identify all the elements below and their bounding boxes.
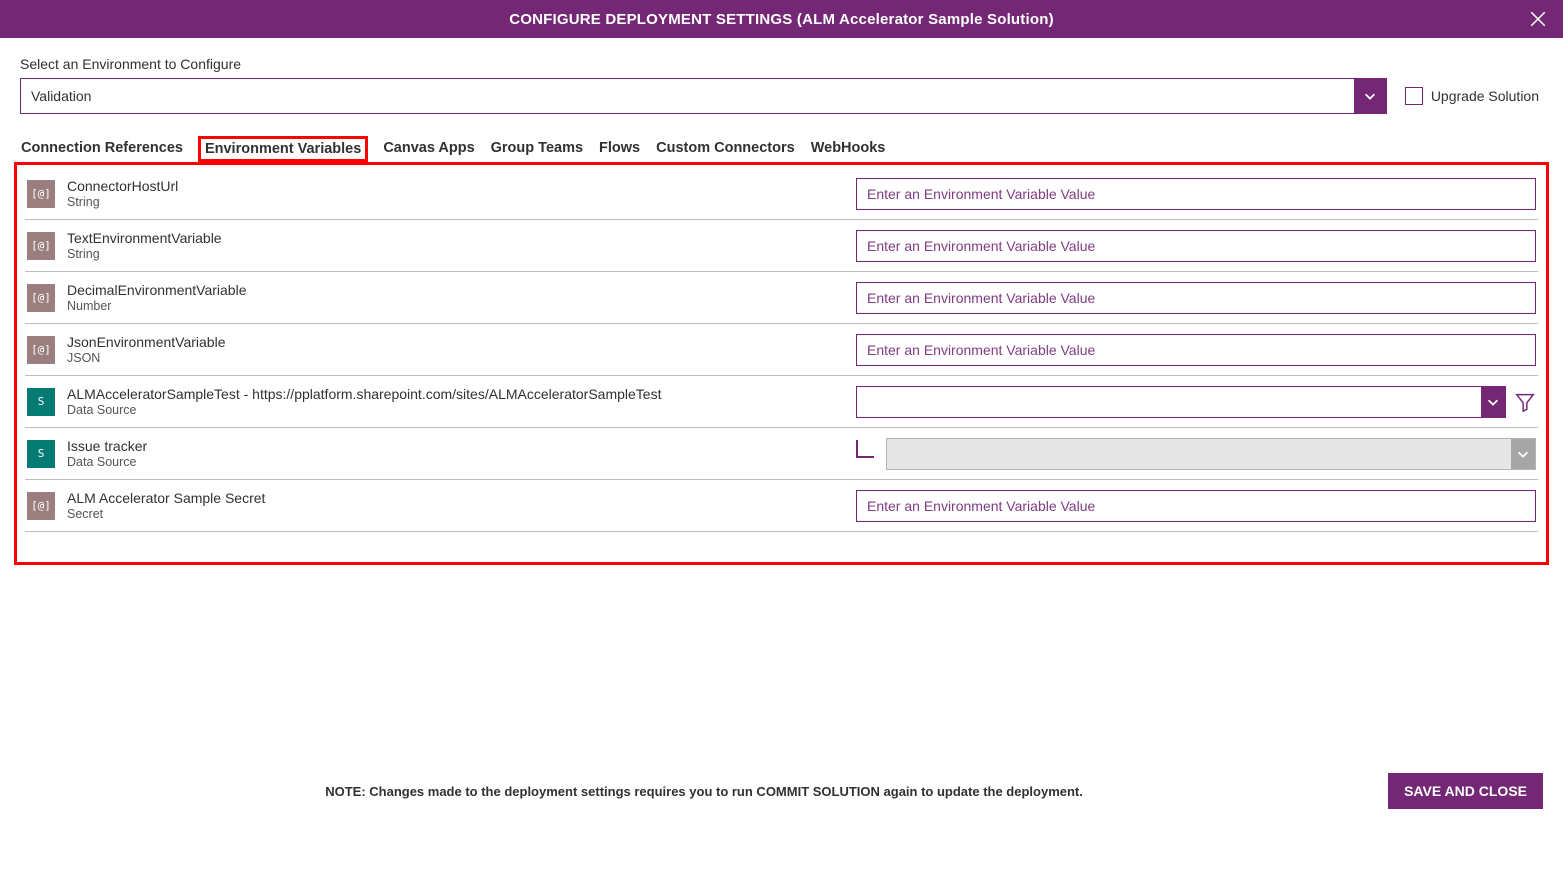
- datasource-child-select[interactable]: [886, 438, 1536, 470]
- tab-group-teams[interactable]: Group Teams: [490, 136, 584, 162]
- variable-value-input[interactable]: [856, 334, 1536, 366]
- tab-environment-variables[interactable]: Environment Variables: [198, 136, 368, 162]
- variable-value-input[interactable]: [856, 282, 1536, 314]
- variable-type: String: [67, 195, 834, 209]
- environment-label: Select an Environment to Configure: [20, 56, 1543, 72]
- upgrade-solution-checkbox[interactable]: [1405, 87, 1423, 105]
- variable-name: ALM Accelerator Sample Secret: [67, 490, 834, 506]
- variable-input-area: [856, 334, 1536, 366]
- chevron-down-icon[interactable]: [1481, 387, 1505, 417]
- dialog-footer: NOTE: Changes made to the deployment set…: [0, 759, 1563, 869]
- variable-value-input[interactable]: [856, 178, 1536, 210]
- datasource-select[interactable]: [856, 386, 1506, 418]
- tab-custom-connectors[interactable]: Custom Connectors: [655, 136, 796, 162]
- environment-select-value[interactable]: [21, 79, 1354, 113]
- variable-input-area: [856, 230, 1536, 262]
- environment-section: Select an Environment to Configure Upgra…: [0, 38, 1563, 114]
- variable-row: [@] ConnectorHostUrlString: [25, 168, 1538, 220]
- variable-type: String: [67, 247, 834, 261]
- variable-input-area: [856, 178, 1536, 210]
- variable-meta: DecimalEnvironmentVariableNumber: [67, 282, 844, 313]
- variable-name: Issue tracker: [67, 438, 834, 454]
- variable-icon: [@]: [27, 180, 55, 208]
- tab-connection-references[interactable]: Connection References: [20, 136, 184, 162]
- close-icon[interactable]: [1529, 10, 1547, 28]
- variable-input-area: [856, 282, 1536, 314]
- variable-type: Data Source: [67, 403, 834, 417]
- footer-note: NOTE: Changes made to the deployment set…: [20, 784, 1388, 799]
- variable-name: DecimalEnvironmentVariable: [67, 282, 834, 298]
- variable-row: [@] DecimalEnvironmentVariableNumber: [25, 272, 1538, 324]
- variable-row: S Issue trackerData Source: [25, 428, 1538, 480]
- variable-meta: ALMAcceleratorSampleTest - https://pplat…: [67, 386, 844, 417]
- dialog-title: CONFIGURE DEPLOYMENT SETTINGS (ALM Accel…: [509, 11, 1054, 28]
- dialog-header: CONFIGURE DEPLOYMENT SETTINGS (ALM Accel…: [0, 0, 1563, 38]
- variable-input-area: [856, 438, 1536, 470]
- variable-value-input[interactable]: [856, 230, 1536, 262]
- variable-row: S ALMAcceleratorSampleTest - https://ppla…: [25, 376, 1538, 428]
- tab-canvas-apps[interactable]: Canvas Apps: [382, 136, 475, 162]
- variable-type: Data Source: [67, 455, 834, 469]
- variable-row: [@] JsonEnvironmentVariableJSON: [25, 324, 1538, 376]
- variable-meta: TextEnvironmentVariableString: [67, 230, 844, 261]
- save-and-close-button[interactable]: SAVE AND CLOSE: [1388, 773, 1543, 809]
- variable-name: ALMAcceleratorSampleTest - https://pplat…: [67, 386, 834, 402]
- sharepoint-icon: S: [27, 440, 55, 468]
- upgrade-solution-control: Upgrade Solution: [1405, 87, 1543, 105]
- tab-bar: Connection References Environment Variabl…: [0, 136, 1563, 162]
- variable-icon: [@]: [27, 336, 55, 364]
- sharepoint-icon: S: [27, 388, 55, 416]
- variable-icon: [@]: [27, 284, 55, 312]
- chevron-down-icon: [1363, 89, 1377, 103]
- variable-type: Number: [67, 299, 834, 313]
- tab-flows[interactable]: Flows: [598, 136, 641, 162]
- variable-name: JsonEnvironmentVariable: [67, 334, 834, 350]
- variable-type: Secret: [67, 507, 834, 521]
- variable-icon: [@]: [27, 232, 55, 260]
- variable-row: [@] ALM Accelerator Sample SecretSecret: [25, 480, 1538, 532]
- variable-meta: ConnectorHostUrlString: [67, 178, 844, 209]
- chevron-down-icon[interactable]: [1511, 439, 1535, 469]
- filter-icon[interactable]: [1514, 391, 1536, 413]
- environment-select[interactable]: [20, 78, 1387, 114]
- variable-meta: Issue trackerData Source: [67, 438, 844, 469]
- variable-input-area: [856, 490, 1536, 522]
- variable-icon: [@]: [27, 492, 55, 520]
- variable-type: JSON: [67, 351, 834, 365]
- variable-value-input[interactable]: [856, 490, 1536, 522]
- environment-variables-panel: [@]ConnectorHostUrlString[@]TextEnvironm…: [14, 162, 1549, 565]
- variable-meta: ALM Accelerator Sample SecretSecret: [67, 490, 844, 521]
- environment-select-chevron[interactable]: [1354, 79, 1386, 113]
- variable-input-area: [856, 386, 1536, 418]
- variable-name: TextEnvironmentVariable: [67, 230, 834, 246]
- variable-meta: JsonEnvironmentVariableJSON: [67, 334, 844, 365]
- tab-webhooks[interactable]: WebHooks: [810, 136, 887, 162]
- variable-row: [@] TextEnvironmentVariableString: [25, 220, 1538, 272]
- variable-name: ConnectorHostUrl: [67, 178, 834, 194]
- tree-connector-icon: [856, 440, 874, 458]
- upgrade-solution-label: Upgrade Solution: [1431, 88, 1539, 104]
